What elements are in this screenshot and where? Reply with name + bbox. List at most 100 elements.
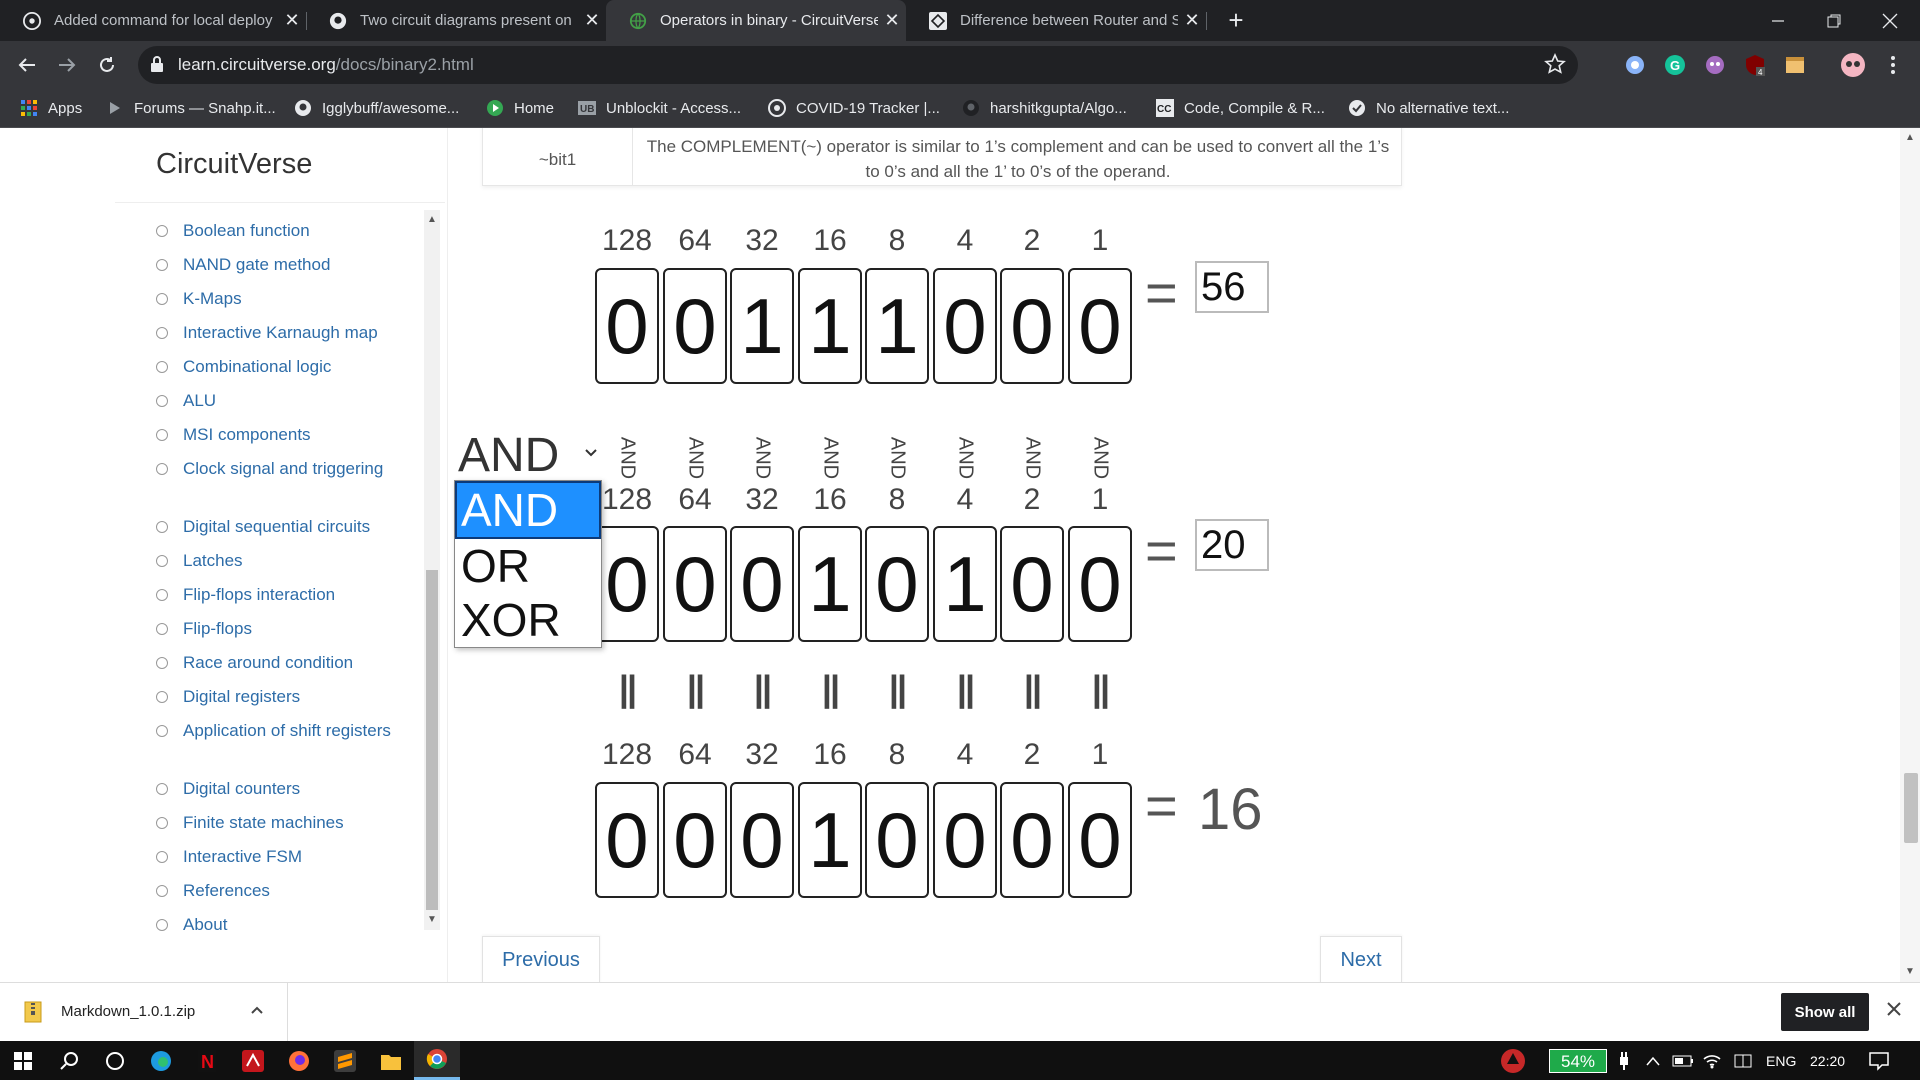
operator-select[interactable]: AND [454, 428, 600, 482]
sidebar-item-alu[interactable]: ALU [156, 389, 406, 413]
scroll-down-icon[interactable]: ▼ [426, 914, 438, 925]
bit-toggle[interactable]: 0 [663, 268, 727, 384]
restore-button[interactable] [1806, 0, 1862, 41]
bookmark-covid[interactable]: COVID-19 Tracker |... [768, 88, 940, 128]
extension-icon[interactable] [1782, 52, 1808, 78]
sidebar-item-digital-counters[interactable]: Digital counters [156, 777, 406, 801]
download-item[interactable]: Markdown_1.0.1.zip [0, 983, 288, 1041]
bit-toggle[interactable]: 1 [865, 268, 929, 384]
extension-icon[interactable] [1622, 52, 1648, 78]
sidebar-item-flip-flops[interactable]: Flip-flops [156, 617, 406, 641]
bit-toggle[interactable]: 0 [933, 268, 997, 384]
bookmark-star-icon[interactable] [1544, 53, 1566, 75]
avatar[interactable] [1840, 52, 1866, 78]
keyboard-layout-icon[interactable] [1734, 1041, 1752, 1080]
battery-indicator[interactable]: 54% [1549, 1049, 1607, 1073]
bookmark-no-alt-text[interactable]: No alternative text... [1348, 88, 1509, 128]
bit-toggle[interactable]: 0 [663, 526, 727, 642]
url-text[interactable]: learn.circuitverse.org/docs/binary2.html [178, 55, 474, 75]
page-scrollbar[interactable]: ▲ ▼ [1900, 128, 1920, 982]
forward-button[interactable] [52, 50, 82, 80]
taskbar-acrobat[interactable] [230, 1041, 276, 1080]
taskbar-sublime[interactable] [322, 1041, 368, 1080]
clock-time[interactable]: 22:20 [1810, 1041, 1845, 1080]
close-icon[interactable]: ✕ [1178, 10, 1206, 31]
page-scroll-thumb[interactable] [1904, 773, 1918, 843]
sidebar-scroll-thumb[interactable] [426, 570, 438, 910]
sidebar-item-nand-gate-method[interactable]: NAND gate method [156, 253, 406, 277]
bookmark-code-compile[interactable]: CC Code, Compile & R... [1156, 88, 1325, 128]
bit-toggle[interactable]: 1 [730, 268, 794, 384]
taskbar-file-explorer[interactable] [368, 1041, 414, 1080]
scroll-up-icon[interactable]: ▲ [1904, 132, 1916, 143]
sidebar-item-about[interactable]: About [156, 913, 406, 937]
notifications-icon[interactable] [1868, 1041, 1890, 1080]
bookmark-apps[interactable]: Apps [20, 88, 82, 128]
antivirus-tray-icon[interactable] [1500, 1041, 1526, 1080]
taskbar-chrome[interactable] [414, 1041, 460, 1080]
sidebar-item-interactive-karnaugh-map[interactable]: Interactive Karnaugh map [156, 321, 406, 345]
close-window-button[interactable] [1862, 0, 1918, 41]
decimal-input-1[interactable]: 56 [1195, 261, 1269, 313]
grammarly-icon[interactable]: G [1662, 52, 1688, 78]
dropdown-option-xor[interactable]: XOR [457, 593, 599, 647]
chevron-up-icon[interactable] [250, 1003, 264, 1017]
menu-kebab-icon[interactable] [1880, 52, 1906, 78]
sidebar-scrollbar[interactable]: ▲ ▼ [424, 210, 440, 930]
minimize-button[interactable] [1750, 0, 1806, 41]
sidebar-item-boolean-function[interactable]: Boolean function [156, 219, 406, 243]
sidebar-item-flip-flops-interaction[interactable]: Flip-flops interaction [156, 583, 406, 607]
bookmark-unblockit[interactable]: UB Unblockit - Access... [578, 88, 741, 128]
bit-toggle[interactable]: 0 [595, 526, 659, 642]
taskbar-firefox[interactable] [276, 1041, 322, 1080]
sidebar-item-digital-sequential-circuits[interactable]: Digital sequential circuits [156, 515, 406, 539]
sidebar-item-references[interactable]: References [156, 879, 406, 903]
search-button[interactable] [46, 1041, 92, 1080]
address-bar[interactable]: learn.circuitverse.org/docs/binary2.html [138, 46, 1578, 84]
bit-toggle[interactable]: 0 [1068, 268, 1132, 384]
close-icon[interactable] [1886, 1001, 1902, 1017]
sidebar-item-clock-signal[interactable]: Clock signal and triggering [156, 457, 406, 481]
task-view-button[interactable] [92, 1041, 138, 1080]
wifi-icon[interactable] [1702, 1041, 1722, 1080]
sidebar-item-digital-registers[interactable]: Digital registers [156, 685, 406, 709]
bit-toggle[interactable]: 0 [1000, 526, 1064, 642]
site-brand[interactable]: CircuitVerse [156, 148, 312, 181]
scroll-down-icon[interactable]: ▼ [1904, 966, 1916, 977]
new-tab-button[interactable]: + [1220, 4, 1252, 36]
bit-toggle[interactable]: 1 [933, 526, 997, 642]
sidebar-item-latches[interactable]: Latches [156, 549, 406, 573]
start-button[interactable] [0, 1041, 46, 1080]
dropdown-option-or[interactable]: OR [457, 539, 599, 593]
language-indicator[interactable]: ENG [1766, 1041, 1796, 1080]
bit-toggle[interactable]: 0 [865, 526, 929, 642]
bit-toggle[interactable]: 0 [730, 526, 794, 642]
bit-toggle[interactable]: 0 [1068, 526, 1132, 642]
tab-2[interactable]: Operators in binary - CircuitVerse ✕ [606, 0, 906, 41]
tab-1[interactable]: Two circuit diagrams present on ✕ [306, 0, 606, 41]
sidebar-item-shift-registers[interactable]: Application of shift registers [156, 719, 406, 743]
bit-toggle[interactable]: 1 [798, 526, 862, 642]
previous-button[interactable]: Previous [482, 936, 600, 982]
chevron-up-icon[interactable] [1646, 1041, 1660, 1080]
bookmark-igglybuff[interactable]: Igglybuff/awesome... [294, 88, 459, 128]
sidebar-item-k-maps[interactable]: K-Maps [156, 287, 406, 311]
tab-0[interactable]: Added command for local deploy ✕ [0, 0, 306, 41]
ublock-icon[interactable]: 4 [1742, 52, 1768, 78]
sidebar-item-race-around-condition[interactable]: Race around condition [156, 651, 406, 675]
sidebar-item-msi-components[interactable]: MSI components [156, 423, 406, 447]
bit-toggle[interactable]: 0 [1000, 268, 1064, 384]
bit-toggle[interactable]: 1 [798, 268, 862, 384]
bit-toggle[interactable]: 0 [595, 268, 659, 384]
battery-icon[interactable] [1672, 1041, 1694, 1080]
bookmark-home[interactable]: Home [486, 88, 554, 128]
taskbar-netflix[interactable]: N [184, 1041, 230, 1080]
reload-button[interactable] [92, 50, 122, 80]
decimal-input-2[interactable]: 20 [1195, 519, 1269, 571]
close-icon[interactable]: ✕ [878, 10, 906, 31]
close-icon[interactable]: ✕ [578, 10, 606, 31]
bookmark-harshit[interactable]: harshitkgupta/Algo... [962, 88, 1127, 128]
sidebar-item-finite-state-machines[interactable]: Finite state machines [156, 811, 406, 835]
sidebar-item-combinational-logic[interactable]: Combinational logic [156, 355, 406, 379]
tab-3[interactable]: Difference between Router and S ✕ [906, 0, 1206, 41]
